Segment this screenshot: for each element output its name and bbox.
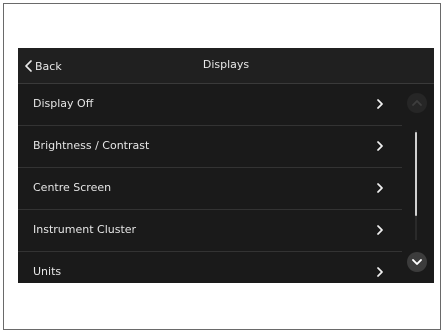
chevron-right-icon xyxy=(376,266,384,278)
menu-item-label: Units xyxy=(33,265,62,278)
scroll-down-button[interactable] xyxy=(407,252,427,272)
menu-item-centre-screen[interactable]: Centre Screen xyxy=(18,168,402,210)
scrollbar-thumb[interactable] xyxy=(415,132,417,216)
menu-item-units[interactable]: Units xyxy=(18,252,402,283)
header-bar: Back Displays xyxy=(18,48,434,84)
chevron-up-icon xyxy=(407,93,427,113)
menu-item-label: Display Off xyxy=(33,97,94,110)
menu-item-label: Brightness / Contrast xyxy=(33,139,150,152)
chevron-right-icon xyxy=(376,98,384,110)
menu-item-label: Centre Screen xyxy=(33,181,112,194)
menu-item-display-off[interactable]: Display Off xyxy=(18,84,402,126)
chevron-right-icon xyxy=(376,182,384,194)
menu-item-instrument-cluster[interactable]: Instrument Cluster xyxy=(18,210,402,252)
displays-screen: Back Displays Display Off Brightness / C… xyxy=(18,48,434,283)
chevron-right-icon xyxy=(376,140,384,152)
page-title: Displays xyxy=(202,58,250,71)
menu-item-label: Instrument Cluster xyxy=(33,223,137,236)
chevron-right-icon xyxy=(376,224,384,236)
menu-list: Display Off Brightness / Contrast Centre… xyxy=(18,84,402,283)
menu-item-brightness-contrast[interactable]: Brightness / Contrast xyxy=(18,126,402,168)
scroll-up-button[interactable] xyxy=(407,93,427,113)
chevron-down-icon xyxy=(407,252,427,272)
